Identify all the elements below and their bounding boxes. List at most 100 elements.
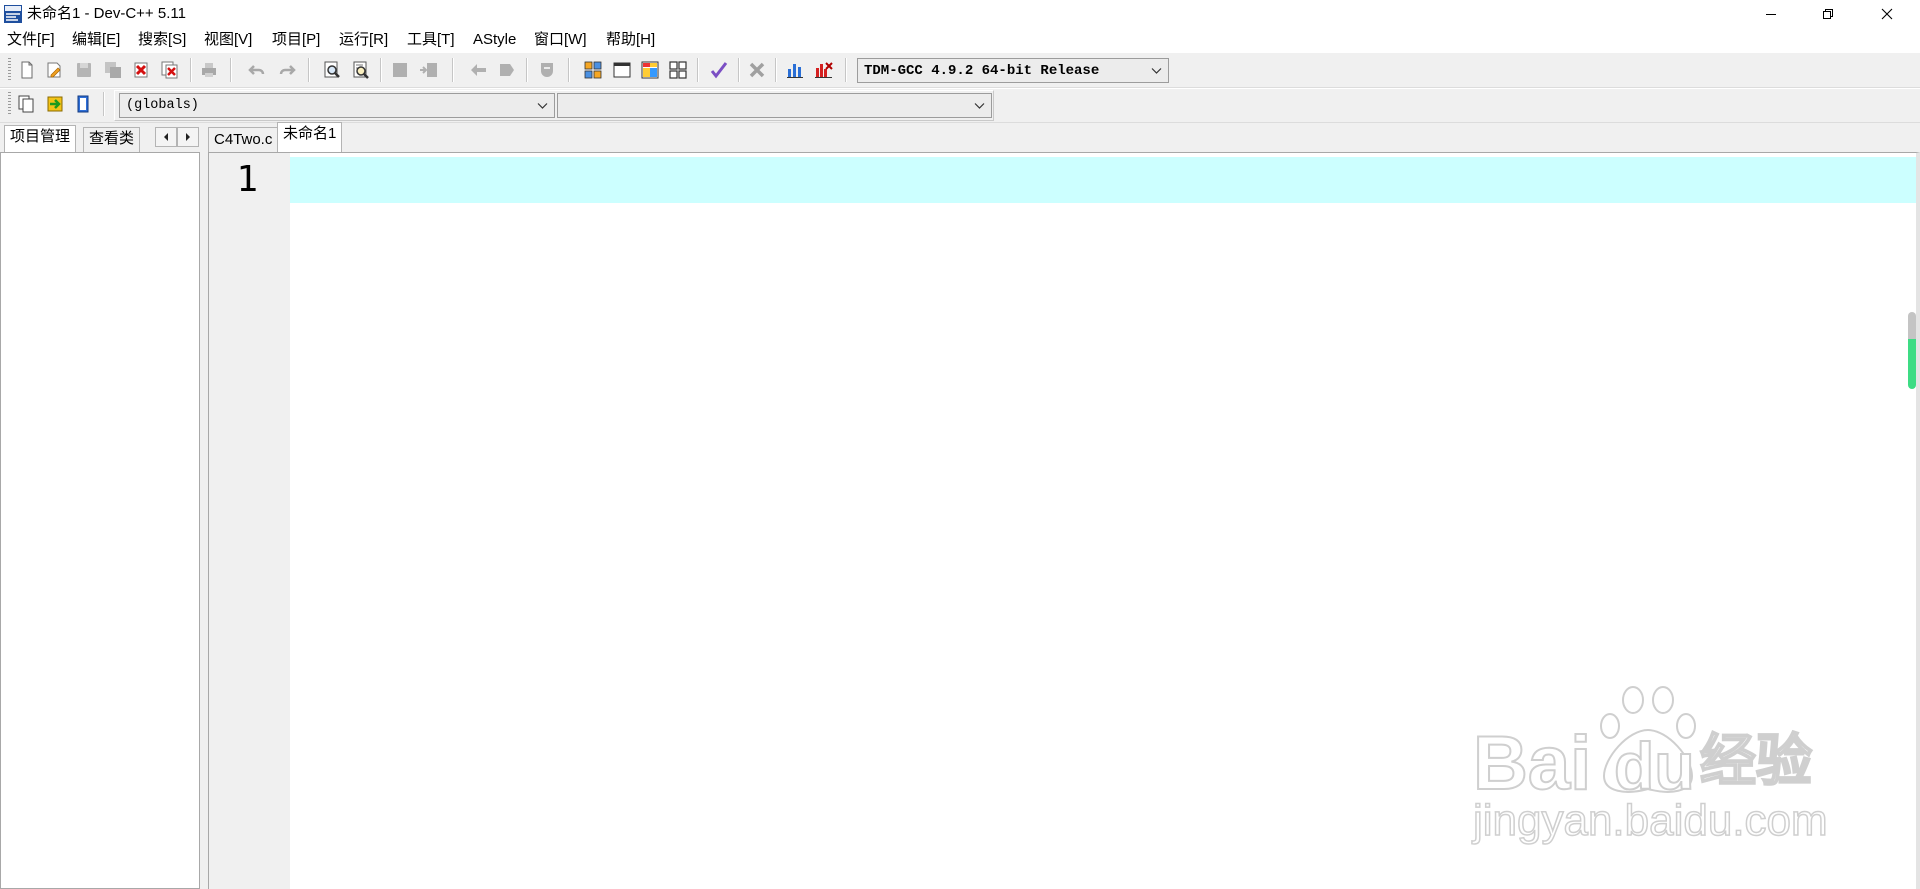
tabs-scroll-left-button[interactable] [155, 127, 177, 147]
compiler-set-select[interactable]: TDM-GCC 4.9.2 64-bit Release [857, 58, 1169, 83]
scroll-position-marker[interactable] [1908, 312, 1916, 389]
restore-icon [1823, 9, 1833, 19]
close-all-icon [161, 61, 178, 79]
remove-from-project-button[interactable] [417, 58, 441, 82]
menu-file[interactable]: 文件[F] [7, 28, 72, 52]
menu-window[interactable]: 窗口[W] [534, 28, 606, 52]
new-file-button[interactable] [15, 58, 39, 82]
compile-run-icon [641, 61, 659, 79]
menu-help[interactable]: 帮助[H] [606, 28, 666, 52]
toggle-bookmark-button[interactable] [43, 92, 67, 116]
syntax-check-icon [710, 62, 728, 79]
print-button[interactable] [197, 58, 221, 82]
save-button[interactable] [72, 58, 96, 82]
open-file-button[interactable] [42, 58, 66, 82]
menu-edit[interactable]: 编辑[E] [72, 28, 138, 52]
chevron-down-icon [537, 103, 548, 109]
print-icon [202, 63, 216, 77]
code-editor[interactable]: 1 [208, 152, 1920, 889]
toolbar-separator [568, 58, 570, 82]
chevron-down-icon [1151, 68, 1162, 74]
close-icon [1881, 8, 1893, 20]
editor-tab-c4two[interactable]: C4Two.c [208, 127, 279, 152]
open-file-icon [47, 62, 61, 78]
chevron-down-icon [974, 103, 985, 109]
line-number: 1 [236, 159, 258, 200]
profile-analysis-button[interactable] [783, 58, 807, 82]
menu-astyle[interactable]: AStyle [473, 28, 534, 52]
scope-value: (globals) [126, 98, 199, 113]
scroll-marker-track [1908, 312, 1916, 339]
toggle-comment-button[interactable] [535, 58, 559, 82]
toolbar-separator [697, 58, 699, 82]
delete-profile-icon [815, 62, 833, 78]
stop-execution-icon [749, 62, 765, 78]
project-tree-panel[interactable] [0, 152, 200, 889]
profile-analysis-icon [787, 64, 803, 78]
menu-tools[interactable]: 工具[T] [407, 28, 473, 52]
insert-button[interactable] [14, 92, 38, 116]
rebuild-all-button[interactable] [666, 58, 690, 82]
new-file-icon [21, 61, 33, 79]
toolbar-separator [380, 58, 382, 82]
window-title: 未命名1 - Dev-C++ 5.11 [27, 5, 186, 22]
add-to-project-icon [393, 63, 407, 77]
undo-button[interactable] [245, 58, 269, 82]
toolbar-separator [452, 58, 454, 82]
member-select[interactable] [557, 93, 992, 118]
close-window-button[interactable] [1864, 0, 1910, 28]
panel-splitter[interactable] [200, 152, 208, 889]
close-file-button[interactable] [129, 58, 153, 82]
insert-icon [18, 95, 34, 113]
toolbar-separator [308, 58, 310, 82]
minimize-button[interactable] [1748, 0, 1794, 28]
goto-bookmark-icon [77, 95, 89, 113]
run-button[interactable] [610, 58, 634, 82]
line-number-gutter [209, 153, 290, 889]
compiler-set-value: TDM-GCC 4.9.2 64-bit Release [864, 62, 1100, 79]
tabs-scroll-right-button[interactable] [177, 127, 199, 147]
stop-execution-button[interactable] [745, 58, 769, 82]
compile-button[interactable] [581, 58, 605, 82]
restore-button[interactable] [1805, 0, 1851, 28]
title-bar: 未命名1 - Dev-C++ 5.11 [0, 0, 1920, 28]
tab-project-manager[interactable]: 项目管理 [4, 125, 77, 152]
menu-search[interactable]: 搜索[S] [138, 28, 204, 52]
toolbar-grip[interactable] [8, 92, 11, 116]
close-file-icon [134, 62, 148, 78]
tab-class-view[interactable]: 查看类 [83, 127, 141, 152]
toolbar-separator [230, 58, 232, 82]
undo-icon [248, 65, 265, 75]
indent-icon [471, 64, 486, 76]
menu-run[interactable]: 运行[R] [339, 28, 407, 52]
goto-bookmark-button[interactable] [71, 92, 95, 116]
save-icon [77, 63, 91, 77]
toolbar-separator [845, 58, 847, 82]
scroll-marker-thumb [1908, 339, 1916, 389]
find-icon [324, 61, 340, 78]
current-line-highlight[interactable] [290, 157, 1916, 203]
scroll-left-icon [164, 133, 168, 141]
indent-button[interactable] [467, 58, 491, 82]
scope-select[interactable]: (globals) [119, 93, 555, 118]
menu-view[interactable]: 视图[V] [204, 28, 272, 52]
editor-tab-untitled[interactable]: 未命名1 [277, 122, 343, 152]
toolbar-separator [103, 92, 105, 116]
unindent-button[interactable] [495, 58, 519, 82]
close-all-button[interactable] [158, 58, 182, 82]
find-button[interactable] [320, 58, 344, 82]
toolbar-separator [738, 58, 740, 82]
menu-project[interactable]: 项目[P] [272, 28, 339, 52]
save-all-button[interactable] [101, 58, 125, 82]
toolbar-grip[interactable] [8, 58, 11, 82]
rebuild-all-icon [669, 61, 687, 79]
redo-button[interactable] [275, 58, 299, 82]
delete-profile-button[interactable] [812, 58, 836, 82]
replace-button[interactable] [349, 58, 373, 82]
scroll-right-icon [186, 133, 190, 141]
syntax-check-button[interactable] [707, 58, 731, 82]
compile-run-button[interactable] [638, 58, 662, 82]
compile-icon [584, 61, 602, 79]
add-to-project-button[interactable] [388, 58, 412, 82]
toggle-comment-icon [541, 63, 553, 77]
